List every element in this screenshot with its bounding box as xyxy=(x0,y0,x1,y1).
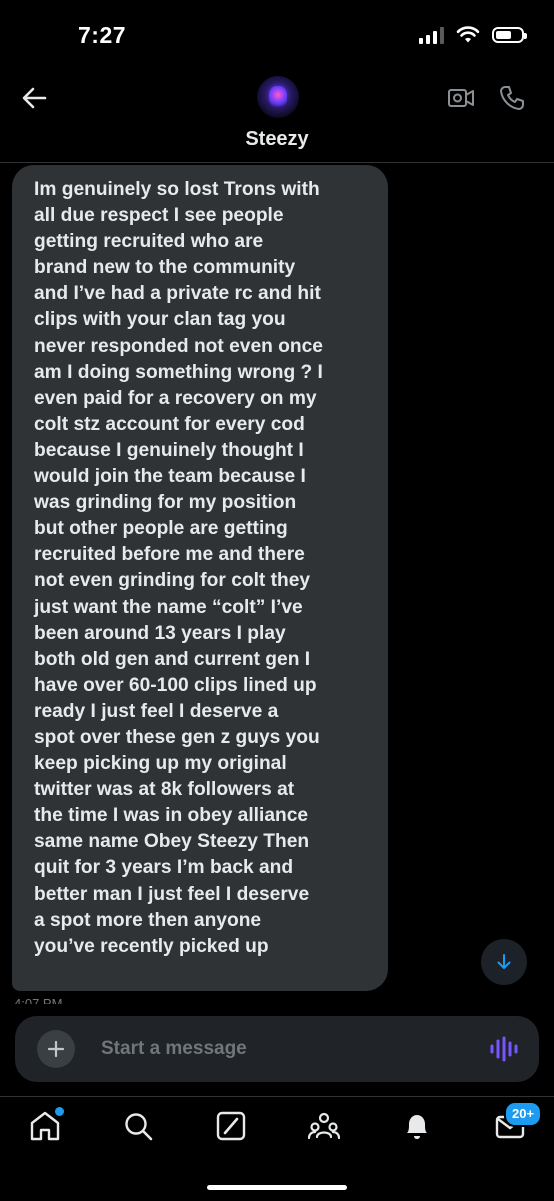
home-indicator xyxy=(207,1185,347,1190)
received-message-bubble[interactable]: Im genuinely so lost Trons with all due … xyxy=(12,165,388,991)
back-arrow-icon[interactable] xyxy=(20,84,48,112)
arrow-down-icon xyxy=(497,954,511,969)
voice-message-icon[interactable] xyxy=(487,1035,521,1063)
message-timestamp: 4:07 PM xyxy=(14,996,63,1004)
contact-name[interactable]: Steezy xyxy=(0,128,554,151)
wifi-icon xyxy=(456,26,480,43)
message-input[interactable]: Start a message xyxy=(101,1038,247,1060)
search-icon[interactable] xyxy=(121,1109,155,1143)
scroll-to-bottom-button[interactable] xyxy=(481,939,527,985)
message-composer[interactable]: Start a message xyxy=(15,1016,539,1082)
status-bar: 7:27 xyxy=(0,0,554,70)
signal-icon xyxy=(419,26,444,44)
message-text: Im genuinely so lost Trons with all due … xyxy=(34,179,323,957)
home-notification-dot xyxy=(53,1105,66,1118)
avatar[interactable] xyxy=(257,76,299,118)
plus-icon xyxy=(47,1040,65,1058)
messages-unread-badge: 20+ xyxy=(504,1101,543,1127)
communities-icon[interactable] xyxy=(307,1109,341,1143)
status-icons xyxy=(419,26,527,44)
phone-call-icon[interactable] xyxy=(498,84,526,112)
notifications-icon[interactable] xyxy=(400,1109,434,1143)
bottom-tab-bar: 20+ xyxy=(0,1096,554,1201)
battery-icon xyxy=(492,27,527,43)
conversation-header: Steezy xyxy=(0,70,554,163)
add-media-button[interactable] xyxy=(37,1030,75,1068)
grok-icon[interactable] xyxy=(214,1109,248,1143)
composer-area: Start a message xyxy=(0,1004,554,1096)
status-time: 7:27 xyxy=(78,22,127,48)
video-call-icon[interactable] xyxy=(447,86,475,110)
